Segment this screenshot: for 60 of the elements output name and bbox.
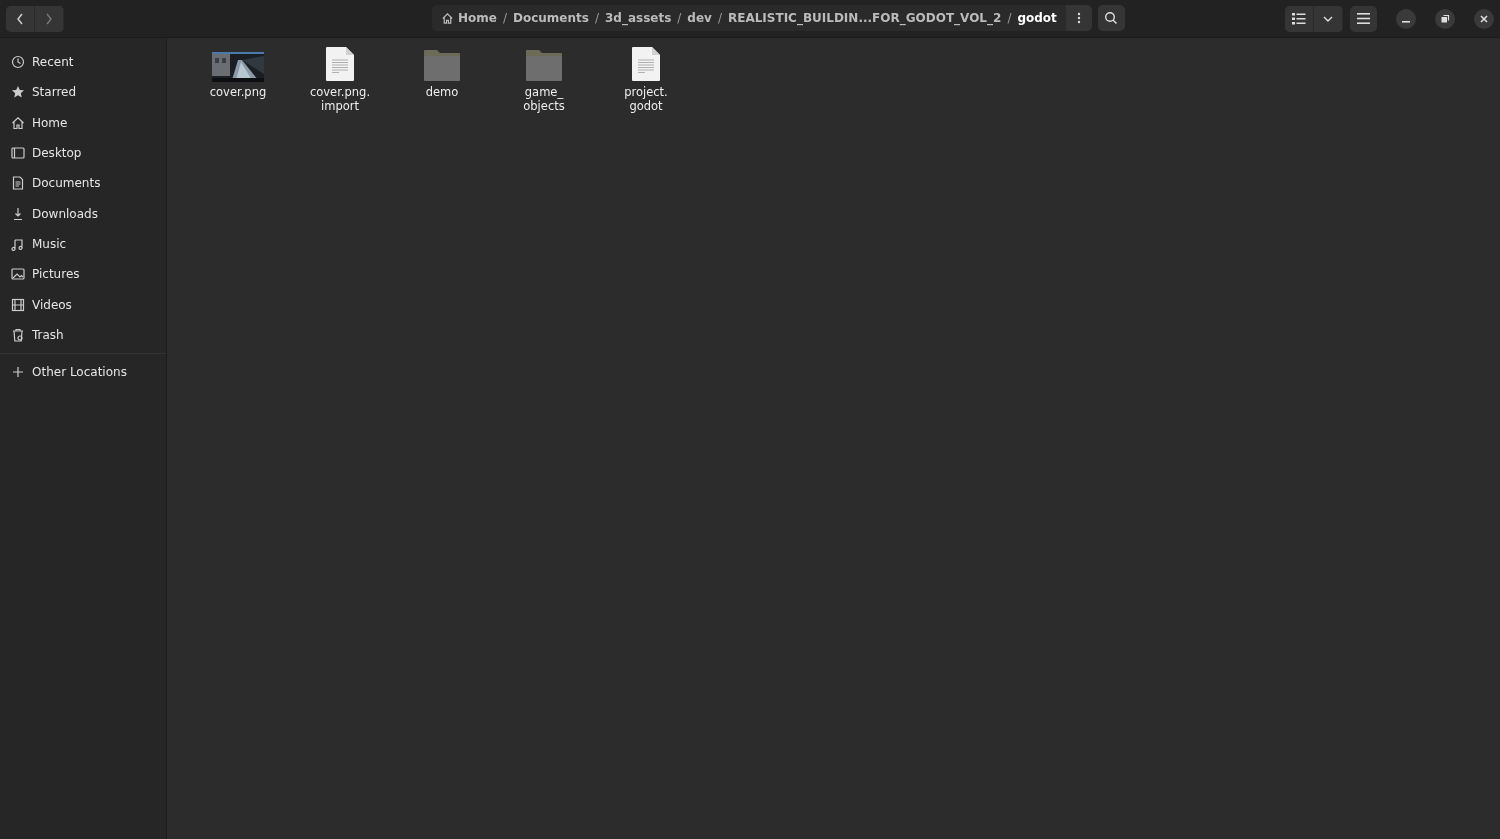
chevron-left-icon <box>15 11 25 26</box>
videos-icon <box>11 297 25 312</box>
file-name[interactable]: demo <box>425 86 459 100</box>
path-crumb[interactable]: 3d_assets <box>601 11 675 25</box>
restore-icon <box>1440 13 1450 24</box>
desktop-icon <box>11 146 25 161</box>
path-separator: / <box>716 11 723 25</box>
menu-button[interactable] <box>1350 5 1377 32</box>
menu-icon <box>1357 13 1370 24</box>
folder-icon <box>423 48 461 82</box>
sidebar-item[interactable]: Recent <box>0 47 166 78</box>
sidebar-item[interactable]: Trash <box>0 319 166 350</box>
document-icon <box>631 46 661 82</box>
sidebar-item[interactable]: Desktop <box>0 137 166 169</box>
search-icon <box>1104 11 1119 25</box>
pictures-icon <box>11 267 25 282</box>
plus-icon <box>11 365 25 380</box>
path-crumb[interactable]: REALISTIC_BUILDIN...FOR_GODOT_VOL_2 <box>724 11 1005 25</box>
sidebar-item[interactable]: Home <box>0 107 166 138</box>
path-separator: / <box>501 11 508 25</box>
sidebar-item[interactable]: Videos <box>0 289 166 320</box>
document-icon <box>325 46 355 82</box>
sidebar-item[interactable]: Pictures <box>0 259 166 290</box>
more-icon <box>1076 12 1081 24</box>
file-name[interactable]: cover.png. import <box>309 86 371 113</box>
close-button[interactable] <box>1474 8 1494 29</box>
restore-button[interactable] <box>1435 8 1455 29</box>
path-crumb[interactable]: Documents <box>510 11 592 25</box>
path-separator: / <box>676 11 683 25</box>
file-name[interactable]: project. godot <box>624 86 668 113</box>
sidebar-item[interactable]: Downloads <box>0 198 166 229</box>
list-view-button[interactable] <box>1285 5 1314 32</box>
chevron-right-icon <box>44 11 54 26</box>
file-name[interactable]: cover.png <box>209 86 267 100</box>
search-button[interactable] <box>1097 5 1125 31</box>
home-icon <box>441 11 454 25</box>
music-icon <box>11 236 25 251</box>
starred-icon <box>11 85 25 100</box>
path-separator: / <box>1006 11 1013 25</box>
file-name[interactable]: game_ objects <box>523 86 565 113</box>
list-icon <box>1292 12 1306 25</box>
path-crumb[interactable]: Home <box>438 11 500 25</box>
minimize-button[interactable] <box>1396 8 1416 29</box>
folder-icon <box>525 48 563 82</box>
documents-icon <box>11 176 25 191</box>
recent-icon <box>11 55 25 70</box>
path-crumb[interactable]: dev <box>684 11 715 25</box>
sidebar-item[interactable]: Documents <box>0 168 166 199</box>
sidebar-item[interactable]: Starred <box>0 77 166 108</box>
home-icon <box>11 115 25 130</box>
path-separator: / <box>593 11 600 25</box>
caret-icon <box>1322 14 1334 23</box>
sidebar-item[interactable]: Music <box>0 228 166 260</box>
back-button[interactable] <box>6 5 35 32</box>
path-crumb[interactable]: godot <box>1014 11 1060 25</box>
sidebar-item[interactable]: Other Locations <box>0 356 166 388</box>
downloads-icon <box>11 206 25 221</box>
minimize-icon <box>1402 20 1410 23</box>
trash-icon <box>11 327 25 342</box>
close-icon <box>1479 13 1489 24</box>
